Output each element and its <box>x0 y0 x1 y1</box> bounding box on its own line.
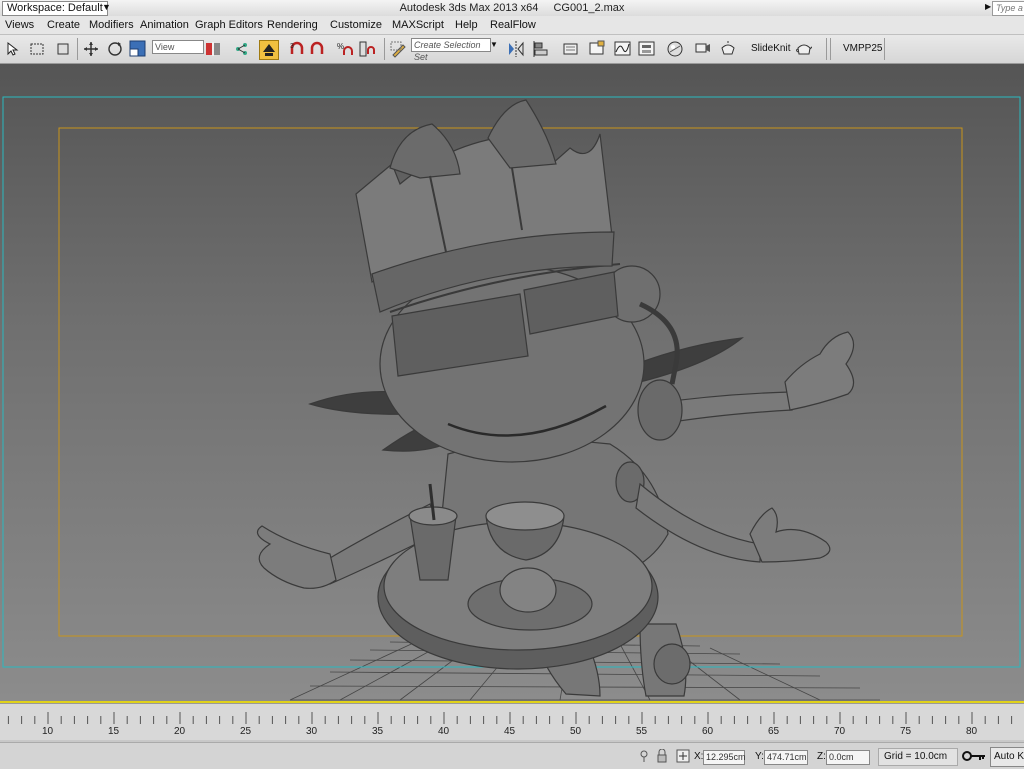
z-coord-label: Z: <box>817 751 826 762</box>
timeline-tick-label: 20 <box>174 726 186 737</box>
layer-manager-icon[interactable] <box>562 40 580 58</box>
menu-realflow[interactable]: RealFlow <box>490 19 536 31</box>
auto-key-button[interactable]: Auto Ke <box>990 747 1024 767</box>
timeline-tick-label: 55 <box>636 726 648 737</box>
render-setup-icon[interactable] <box>694 40 712 58</box>
reference-coord-dropdown[interactable]: View <box>152 40 204 54</box>
menu-views[interactable]: Views <box>5 19 34 31</box>
workspace-arrow-icon[interactable]: ▼ <box>102 2 111 12</box>
viewport-scene <box>2 96 1021 701</box>
selection-set-arrow-icon[interactable]: ▼ <box>489 38 499 50</box>
timeline-tick-label: 50 <box>570 726 582 737</box>
grid-readout: Grid = 10.0cm <box>878 748 958 766</box>
move-icon[interactable] <box>82 40 100 58</box>
toolbar-separator <box>384 38 385 60</box>
selection-set-dropdown[interactable]: Create Selection Set <box>411 38 491 62</box>
render-production-icon[interactable] <box>719 40 737 58</box>
menu-bar: Views Create Modifiers Animation Graph E… <box>0 16 1024 35</box>
rotate-icon[interactable] <box>106 40 124 58</box>
track-bar[interactable]: 10 15 20 25 30 35 40 45 50 55 60 65 70 75 80 <box>0 703 1024 740</box>
graphite-tools-icon[interactable] <box>588 40 606 58</box>
align-icon[interactable] <box>532 40 550 58</box>
auto-key-label: Auto Ke <box>994 751 1024 762</box>
timeline-tick-label: 30 <box>306 726 318 737</box>
curve-editor-icon[interactable] <box>614 40 632 58</box>
file-name: CG001_2.max <box>553 2 625 14</box>
timeline-tick-label: 15 <box>108 726 120 737</box>
spinner-snap-icon[interactable] <box>358 40 376 58</box>
select-link-icon[interactable] <box>233 40 251 58</box>
edit-named-selection-icon[interactable] <box>390 40 408 58</box>
vmpp25-button[interactable]: VMPP25 <box>843 43 882 54</box>
menu-customize[interactable]: Customize <box>330 19 382 31</box>
slideknit-button[interactable]: SlideKnit <box>751 43 790 54</box>
search-expand-icon[interactable]: ▶ <box>985 2 991 11</box>
timeline-tick-label: 80 <box>966 726 978 737</box>
teapot-icon[interactable] <box>794 40 812 58</box>
main-toolbar: View 3 % Create Selection Set ▼ SlideKni… <box>0 35 1024 64</box>
percent-snap-icon[interactable]: % <box>336 40 354 58</box>
menu-maxscript[interactable]: MAXScript <box>392 19 444 31</box>
menu-animation[interactable]: Animation <box>140 19 189 31</box>
menu-graph-editors[interactable]: Graph Editors <box>195 19 263 31</box>
timeline-tick-label: 40 <box>438 726 450 737</box>
grid-size-text: Grid = 10.0cm <box>884 751 948 762</box>
timeline-tick-label: 35 <box>372 726 384 737</box>
app-title: Autodesk 3ds Max 2013 x64 <box>399 2 539 14</box>
timeline-tick-label: 10 <box>42 726 54 737</box>
perspective-viewport[interactable] <box>0 64 1024 702</box>
search-input[interactable]: Type a <box>992 1 1024 16</box>
window-title: Autodesk 3ds Max 2013 x64 CG001_2.max <box>0 2 1024 14</box>
selection-lock-icon[interactable] <box>656 748 668 763</box>
menu-rendering[interactable]: Rendering <box>267 19 318 31</box>
schematic-view-icon[interactable] <box>638 40 656 58</box>
absolute-mode-icon[interactable] <box>676 749 690 763</box>
rectangle-selection-icon[interactable] <box>28 40 46 58</box>
toolbar-separator <box>77 38 78 60</box>
window-crossing-icon[interactable] <box>54 40 72 58</box>
timeline-tick-label: 70 <box>834 726 846 737</box>
y-coord-field[interactable]: 474.71cm <box>764 750 808 765</box>
menu-help[interactable]: Help <box>455 19 478 31</box>
x-coord-field[interactable]: 12.295cm <box>703 750 746 765</box>
workspace-dropdown[interactable]: Workspace: Default <box>2 1 108 16</box>
timeline-tick-label: 25 <box>240 726 252 737</box>
svg-text:%: % <box>337 42 344 51</box>
timeline-tick-label: 45 <box>504 726 516 737</box>
material-editor-icon[interactable] <box>666 40 684 58</box>
manipulate-icon[interactable] <box>259 40 279 60</box>
snap-toggle-icon[interactable]: 3 <box>289 40 307 58</box>
svg-text:3: 3 <box>290 43 294 50</box>
timeline-tick-label: 75 <box>900 726 912 737</box>
timeline-tick-label: 60 <box>702 726 714 737</box>
pivot-center-icon[interactable] <box>204 40 222 58</box>
isolate-icon[interactable] <box>638 749 650 763</box>
scale-icon[interactable] <box>129 40 147 58</box>
mirror-icon[interactable] <box>507 40 525 58</box>
menu-modifiers[interactable]: Modifiers <box>89 19 134 31</box>
z-coord-field[interactable]: 0.0cm <box>826 750 870 765</box>
toolbar-separator <box>826 38 827 60</box>
status-bar: X: 12.295cm Y: 474.71cm Z: 0.0cm Grid = … <box>0 742 1024 769</box>
character-model <box>256 99 855 697</box>
title-bar: Workspace: Default ▼ Autodesk 3ds Max 20… <box>0 0 1024 17</box>
menu-create[interactable]: Create <box>47 19 80 31</box>
toolbar-separator <box>884 38 885 60</box>
angle-snap-icon[interactable] <box>309 40 327 58</box>
set-key-icon[interactable] <box>958 746 988 766</box>
y-coord-label: Y: <box>755 751 764 762</box>
timeline-tick-label: 65 <box>768 726 780 737</box>
select-object-icon[interactable] <box>4 40 22 58</box>
toolbar-separator <box>830 38 831 60</box>
